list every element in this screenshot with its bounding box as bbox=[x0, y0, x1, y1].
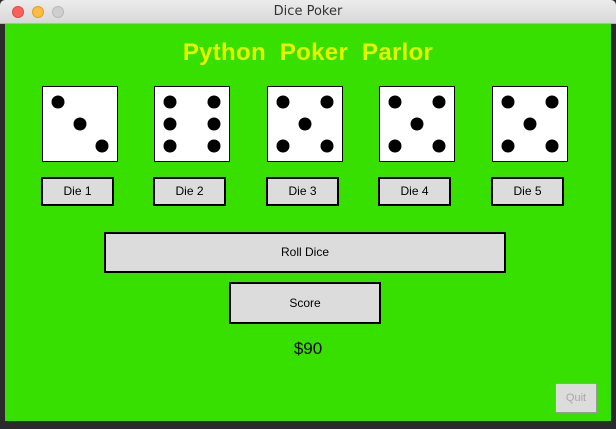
die-2-pips bbox=[163, 95, 221, 153]
die-1-button[interactable]: Die 1 bbox=[41, 177, 114, 206]
die-pip bbox=[207, 95, 221, 109]
die-face-3 bbox=[267, 86, 343, 162]
die-pip bbox=[501, 139, 515, 153]
die-face-4 bbox=[379, 86, 455, 162]
die-pip bbox=[163, 95, 177, 109]
die-pip bbox=[501, 95, 515, 109]
die-4-pips bbox=[388, 95, 446, 153]
die-pip bbox=[410, 117, 424, 131]
die-pip bbox=[276, 139, 290, 153]
die-pip bbox=[320, 139, 334, 153]
die-face-5 bbox=[492, 86, 568, 162]
die-pip bbox=[388, 95, 402, 109]
die-pip bbox=[51, 95, 65, 109]
die-3-button[interactable]: Die 3 bbox=[266, 177, 339, 206]
game-heading: Python Poker Parlor bbox=[182, 39, 434, 66]
die-pip bbox=[523, 117, 537, 131]
title-bar: Dice Poker bbox=[0, 0, 616, 24]
die-pip bbox=[207, 139, 221, 153]
die-5-button[interactable]: Die 5 bbox=[491, 177, 564, 206]
quit-button[interactable]: Quit bbox=[555, 383, 597, 413]
score-button[interactable]: Score bbox=[229, 282, 381, 324]
window-title: Dice Poker bbox=[273, 4, 343, 19]
die-1-pips bbox=[51, 95, 109, 153]
die-pip bbox=[73, 117, 87, 131]
money-display: $90 bbox=[293, 339, 323, 358]
die-5-pips bbox=[501, 95, 559, 153]
die-pip bbox=[545, 139, 559, 153]
die-pip bbox=[432, 95, 446, 109]
die-2-button[interactable]: Die 2 bbox=[153, 177, 226, 206]
app-window: Dice Poker Python Poker Parlor Die 1 Die… bbox=[0, 0, 616, 429]
die-face-2 bbox=[154, 86, 230, 162]
game-table: Python Poker Parlor Die 1 Die 2 Die 3 Di… bbox=[5, 24, 611, 421]
die-pip bbox=[320, 95, 334, 109]
roll-dice-button[interactable]: Roll Dice bbox=[104, 232, 506, 273]
die-pip bbox=[163, 139, 177, 153]
die-pip bbox=[298, 117, 312, 131]
die-pip bbox=[276, 95, 290, 109]
die-pip bbox=[207, 117, 221, 131]
die-pip bbox=[163, 117, 177, 131]
die-face-1 bbox=[42, 86, 118, 162]
die-pip bbox=[95, 139, 109, 153]
die-3-pips bbox=[276, 95, 334, 153]
die-4-button[interactable]: Die 4 bbox=[378, 177, 451, 206]
die-pip bbox=[545, 95, 559, 109]
die-pip bbox=[388, 139, 402, 153]
die-pip bbox=[432, 139, 446, 153]
